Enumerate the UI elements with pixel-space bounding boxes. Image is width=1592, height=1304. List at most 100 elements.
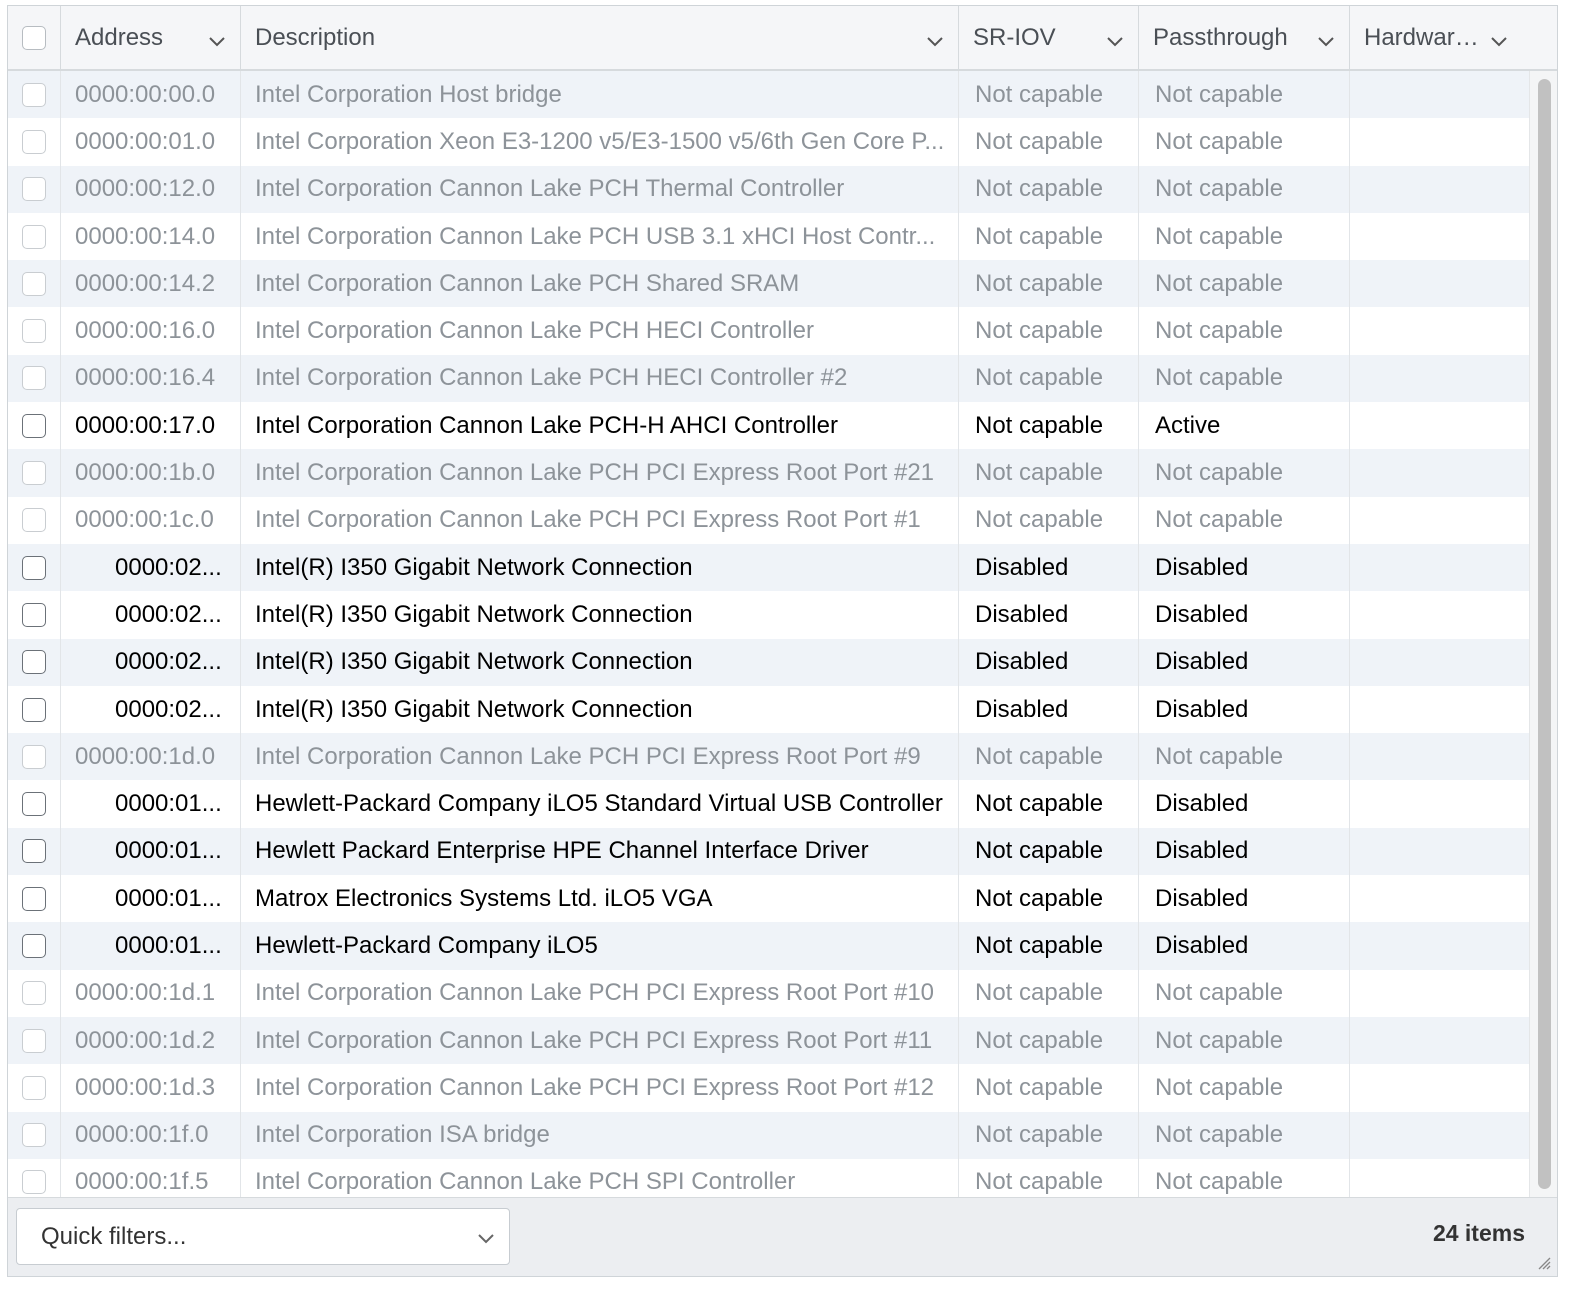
passthrough-cell-text: Not capable: [1155, 127, 1284, 155]
sriov-cell: Not capable: [959, 1016, 1139, 1065]
hardware-cell: [1350, 733, 1530, 780]
select-all-checkbox[interactable]: [22, 25, 46, 50]
row-checkbox[interactable]: [22, 886, 46, 911]
vertical-scrollbar[interactable]: [1529, 71, 1557, 1197]
sriov-cell: Not capable: [959, 780, 1139, 828]
description-cell-text: Intel Corporation Cannon Lake PCH-H AHCI…: [255, 411, 838, 439]
row-select-cell: [8, 307, 61, 355]
passthrough-cell-text: Not capable: [1155, 1121, 1284, 1149]
address-cell: 0000:00:12.0: [61, 165, 241, 213]
table-row[interactable]: 0000:02... Intel(R) I350 Gigabit Network …: [8, 543, 1557, 592]
address-cell: 0000:02...: [61, 591, 241, 639]
address-cell-text: 0000:01...: [115, 790, 222, 818]
sriov-cell-text: Disabled: [975, 648, 1069, 676]
hardware-cell: [1350, 213, 1530, 260]
address-cell-text: 0000:01...: [115, 884, 222, 912]
row-select-cell: [8, 591, 61, 639]
hardware-cell: [1350, 449, 1530, 496]
hardware-cell: [1350, 780, 1530, 827]
description-cell: Intel Corporation Xeon E3-1200 v5/E3-150…: [241, 118, 959, 166]
table-row: 0000:00:1d.1 Intel Corporation Cannon Lak…: [8, 969, 1557, 1017]
address-cell: 0000:00:1d.0: [61, 733, 241, 781]
table-row: 0000:00:1f.0 Intel Corporation ISA bridge…: [8, 1111, 1557, 1159]
address-cell: 0000:01...: [61, 875, 241, 923]
description-cell-text: Hewlett Packard Enterprise HPE Channel I…: [255, 837, 869, 865]
chevron-down-icon[interactable]: [208, 36, 226, 48]
row-checkbox: [22, 366, 46, 391]
quick-filters-select[interactable]: Quick filters...: [16, 1208, 510, 1265]
chevron-down-icon[interactable]: [1490, 36, 1508, 48]
column-header-address[interactable]: Address: [61, 6, 241, 69]
sriov-cell-text: Disabled: [975, 695, 1069, 723]
description-cell: Intel Corporation Cannon Lake PCH Therma…: [241, 165, 959, 213]
description-cell-text: Intel Corporation Cannon Lake PCH HECI C…: [255, 317, 814, 345]
row-select-cell: [8, 875, 61, 923]
sriov-cell: Not capable: [959, 733, 1139, 781]
resize-grip-icon[interactable]: [1537, 1256, 1551, 1270]
row-select-cell: [8, 260, 61, 308]
row-checkbox[interactable]: [22, 602, 46, 627]
table-row: 0000:00:1d.2 Intel Corporation Cannon Lak…: [8, 1016, 1557, 1065]
address-cell-text: 0000:00:1b.0: [75, 459, 216, 487]
row-checkbox[interactable]: [22, 839, 46, 864]
description-cell: Intel Corporation Cannon Lake PCH PCI Ex…: [241, 496, 959, 544]
address-cell-text: 0000:00:14.2: [75, 269, 216, 297]
table-row[interactable]: 0000:02... Intel(R) I350 Gigabit Network …: [8, 591, 1557, 639]
description-cell-text: Intel Corporation Cannon Lake PCH PCI Ex…: [255, 459, 935, 487]
row-checkbox[interactable]: [22, 555, 46, 580]
column-header-sriov[interactable]: SR-IOV: [959, 6, 1139, 69]
address-cell-text: 0000:00:16.4: [75, 364, 216, 392]
passthrough-cell-text: Disabled: [1155, 648, 1249, 676]
table-row[interactable]: 0000:01... Matrox Electronics Systems Ltd…: [8, 875, 1557, 923]
table-row[interactable]: 0000:00:17.0 Intel Corporation Cannon Lak…: [8, 402, 1557, 450]
row-select-cell: [8, 543, 61, 592]
address-cell: 0000:00:00.0: [61, 71, 241, 119]
sriov-cell: Not capable: [959, 449, 1139, 497]
passthrough-cell: Disabled: [1139, 543, 1350, 592]
sriov-cell-text: Not capable: [975, 1121, 1104, 1149]
row-select-cell: [8, 638, 61, 686]
row-checkbox: [22, 981, 46, 1006]
passthrough-cell: Disabled: [1139, 591, 1350, 639]
address-cell-text: 0000:00:00.0: [75, 80, 216, 108]
table-row[interactable]: 0000:01... Hewlett Packard Enterprise HPE…: [8, 827, 1557, 876]
column-header-label: Hardware ...: [1364, 23, 1490, 51]
row-checkbox: [22, 129, 46, 154]
description-cell: Intel(R) I350 Gigabit Network Connection: [241, 685, 959, 734]
row-checkbox[interactable]: [22, 792, 46, 817]
table-row: 0000:00:14.0 Intel Corporation Cannon Lak…: [8, 212, 1557, 261]
column-header-hardware[interactable]: Hardware ...: [1350, 6, 1530, 69]
address-cell: 0000:00:1d.2: [61, 1016, 241, 1065]
description-cell: Intel(R) I350 Gigabit Network Connection: [241, 638, 959, 686]
row-checkbox[interactable]: [22, 697, 46, 722]
chevron-down-icon[interactable]: [1106, 36, 1124, 48]
passthrough-cell: Not capable: [1139, 307, 1350, 355]
chevron-down-icon[interactable]: [926, 36, 944, 48]
row-select-cell: [8, 733, 61, 781]
description-cell-text: Hewlett-Packard Company iLO5 Standard Vi…: [255, 790, 943, 818]
table-row[interactable]: 0000:02... Intel(R) I350 Gigabit Network …: [8, 638, 1557, 686]
passthrough-cell: Not capable: [1139, 118, 1350, 166]
column-header-passthrough[interactable]: Passthrough: [1139, 6, 1350, 69]
passthrough-cell-text: Disabled: [1155, 600, 1249, 628]
row-select-cell: [8, 780, 61, 828]
address-cell: 0000:01...: [61, 922, 241, 970]
scrollbar-thumb[interactable]: [1538, 79, 1551, 1189]
chevron-down-icon[interactable]: [1317, 36, 1335, 48]
row-checkbox[interactable]: [22, 413, 46, 438]
row-select-cell: [8, 71, 61, 119]
passthrough-cell: Disabled: [1139, 922, 1350, 970]
passthrough-cell-text: Disabled: [1155, 790, 1249, 818]
row-checkbox[interactable]: [22, 650, 46, 675]
row-checkbox[interactable]: [22, 933, 46, 958]
row-checkbox: [22, 224, 46, 249]
table-row[interactable]: 0000:01... Hewlett-Packard Company iLO5 No…: [8, 922, 1557, 970]
address-cell-text: 0000:00:1c.0: [75, 506, 214, 534]
sriov-cell-text: Disabled: [975, 553, 1069, 581]
address-cell: 0000:00:01.0: [61, 118, 241, 166]
row-select-cell: [8, 402, 61, 450]
table-row[interactable]: 0000:01... Hewlett-Packard Company iLO5 S…: [8, 780, 1557, 828]
column-header-description[interactable]: Description: [241, 6, 959, 69]
hardware-cell: [1350, 639, 1530, 686]
table-row[interactable]: 0000:02... Intel(R) I350 Gigabit Network …: [8, 685, 1557, 734]
